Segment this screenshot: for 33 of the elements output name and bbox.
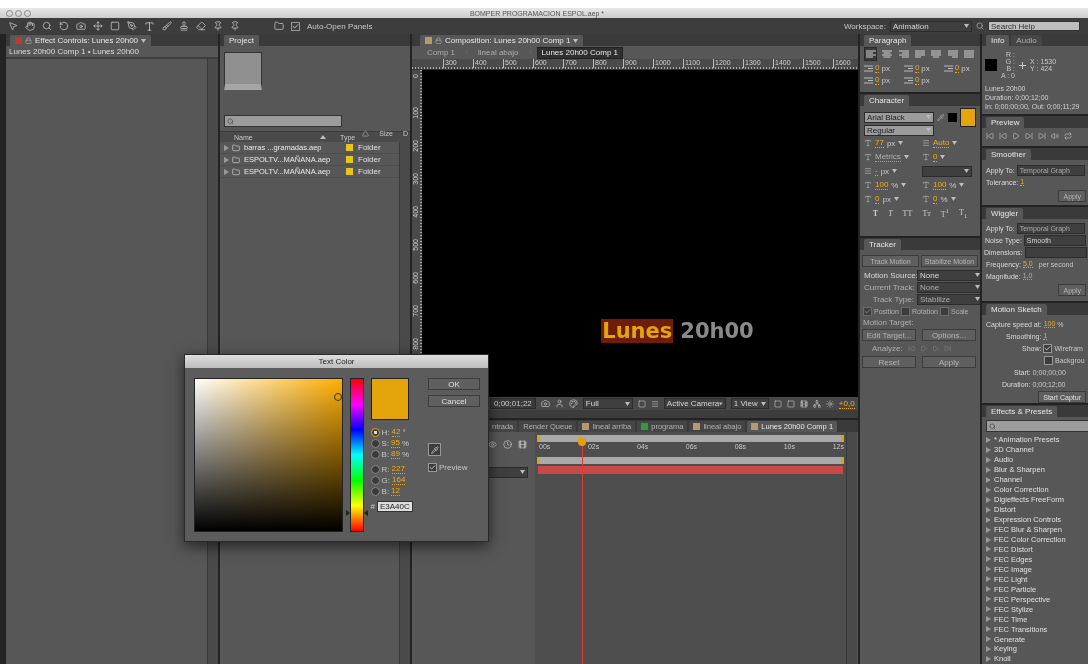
dialog-title: Text Color xyxy=(318,357,355,366)
auto-open-label: Auto-Open Panels xyxy=(307,21,373,31)
component-label: B: xyxy=(381,486,390,496)
unit-label: % xyxy=(402,449,410,459)
layer-breadcrumb: Lunes 20h00 Comp 1 • Lunes 20h00 xyxy=(9,47,139,56)
project-item-type: Folder xyxy=(358,167,382,176)
unit-label: px xyxy=(881,63,890,73)
hash-label: # xyxy=(370,501,375,511)
unit-label: % xyxy=(891,180,899,190)
unit-label: ° xyxy=(402,427,406,437)
field-label: Current Track: xyxy=(864,282,914,292)
unit-label: px xyxy=(961,63,970,73)
unit-label: % xyxy=(402,438,410,448)
unit-label: px xyxy=(882,194,891,204)
component-label: G: xyxy=(381,475,390,485)
component-label: H: xyxy=(381,427,390,437)
unit-label: px xyxy=(881,75,890,85)
unit-label: px xyxy=(880,166,890,176)
unit-label: % xyxy=(949,180,957,190)
analyze-label: Analyze: xyxy=(872,344,903,353)
component-label: R: xyxy=(381,464,390,474)
project-item-type: Folder xyxy=(358,143,382,152)
component-label: S: xyxy=(381,438,390,448)
preview-label: Preview xyxy=(439,462,468,472)
unit-label: % xyxy=(940,194,948,204)
project-item-type: Folder xyxy=(358,155,382,164)
component-label: B: xyxy=(381,449,390,459)
unit-label: px xyxy=(886,138,896,148)
unit-label: px xyxy=(921,63,930,73)
workspace-label: Workspace: xyxy=(843,21,886,31)
section-label: Motion Target: xyxy=(863,318,914,327)
unit-label: px xyxy=(921,75,930,85)
field-label: Track Type: xyxy=(871,294,914,304)
